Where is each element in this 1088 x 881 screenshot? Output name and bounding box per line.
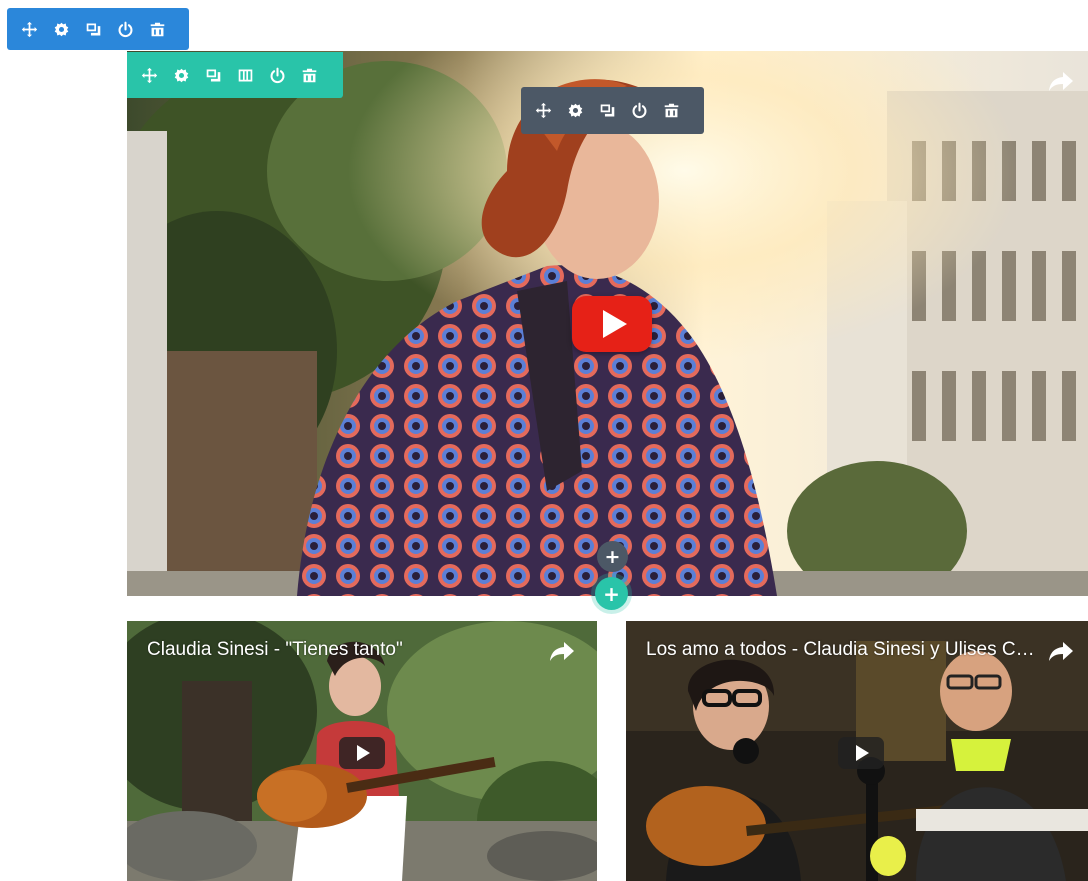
trash-icon[interactable] — [293, 52, 325, 98]
play-icon — [357, 745, 370, 761]
video-title[interactable]: Los amo a todos - Claudia Sinesi y Ulise… — [646, 639, 1042, 661]
row-toolbar — [127, 52, 343, 98]
play-icon — [856, 745, 869, 761]
move-icon[interactable] — [527, 87, 559, 134]
module-toolbar — [521, 87, 704, 134]
power-icon[interactable] — [109, 8, 141, 50]
play-icon — [603, 310, 627, 338]
move-icon[interactable] — [133, 52, 165, 98]
video-los-amo-a-todos[interactable]: Los amo a todos - Claudia Sinesi y Ulise… — [626, 621, 1088, 881]
duplicate-icon[interactable] — [591, 87, 623, 134]
gear-icon[interactable] — [559, 87, 591, 134]
trash-icon[interactable] — [141, 8, 173, 50]
power-icon[interactable] — [623, 87, 655, 134]
move-icon[interactable] — [13, 8, 45, 50]
add-row-button[interactable]: + — [595, 577, 628, 610]
columns-icon[interactable] — [229, 52, 261, 98]
gear-icon[interactable] — [165, 52, 197, 98]
share-arrow-icon[interactable] — [1048, 71, 1074, 93]
play-button[interactable] — [339, 737, 385, 769]
play-button[interactable] — [838, 737, 884, 769]
video-tienes-tanto[interactable]: Claudia Sinesi - "Tienes tanto" — [127, 621, 597, 881]
duplicate-icon[interactable] — [197, 52, 229, 98]
share-arrow-icon[interactable] — [1048, 641, 1074, 663]
video-title[interactable]: Claudia Sinesi - "Tienes tanto" — [147, 639, 547, 661]
play-button[interactable] — [572, 296, 652, 352]
page: IESI — [0, 0, 1088, 881]
section-toolbar — [7, 8, 189, 50]
power-icon[interactable] — [261, 52, 293, 98]
duplicate-icon[interactable] — [77, 8, 109, 50]
add-module-button[interactable]: + — [597, 541, 628, 572]
share-arrow-icon[interactable] — [549, 641, 575, 663]
trash-icon[interactable] — [655, 87, 687, 134]
gear-icon[interactable] — [45, 8, 77, 50]
